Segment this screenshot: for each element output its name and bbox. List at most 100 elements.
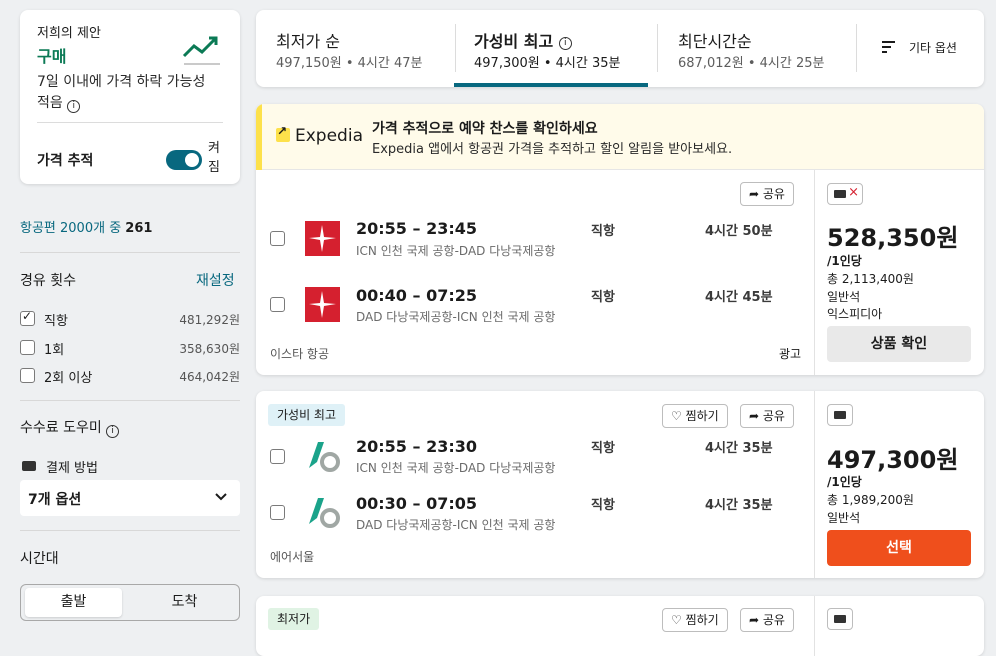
- stops-option-label: 직항: [44, 314, 68, 329]
- air-seoul-logo: [309, 442, 340, 472]
- leg-duration: 4시간 50분: [705, 224, 773, 239]
- select-button[interactable]: 선택: [827, 530, 971, 566]
- leg-stops: 직항: [591, 290, 615, 305]
- price-panel: [814, 596, 984, 656]
- flight-compare-checkbox[interactable]: [270, 449, 285, 464]
- time-band-segmented-control: 출발 도착: [20, 584, 240, 621]
- leg-route: ICN 인천 국제 공항-DAD 다낭국제공항: [356, 244, 556, 258]
- carrier-name: 이스타 항공: [270, 347, 330, 361]
- ad-label: 광고: [779, 347, 802, 361]
- sort-lines-icon: [882, 41, 895, 53]
- payment-fee-icon[interactable]: ×: [827, 183, 863, 205]
- leg-route: ICN 인천 국제 공항-DAD 다낭국제공항: [356, 461, 556, 475]
- stops-checkbox-two-plus[interactable]: [20, 368, 35, 383]
- price-panel: 497,300원 /1인당 총 1,989,200원 일반석 선택: [814, 391, 984, 578]
- sort-tab-cheapest[interactable]: 최저가 순 497,150원 • 4시간 47분: [256, 10, 454, 87]
- provider-name: 익스피디아: [827, 307, 883, 321]
- leg-stops: 직항: [591, 224, 615, 239]
- cabin-class: 일반석: [827, 290, 861, 304]
- leg-duration: 4시간 35분: [705, 498, 773, 513]
- payment-fee-icon[interactable]: [827, 404, 853, 426]
- eastar-jet-logo: [305, 221, 340, 256]
- time-band-depart-tab[interactable]: 출발: [25, 588, 122, 617]
- save-button[interactable]: ♡ 찜하기: [662, 608, 728, 632]
- leg-duration: 4시간 45분: [705, 290, 773, 305]
- air-seoul-logo: [309, 498, 340, 528]
- heart-icon: ♡: [671, 409, 682, 423]
- flight-compare-checkbox[interactable]: [270, 505, 285, 520]
- stops-checkbox-one[interactable]: [20, 340, 35, 355]
- info-icon[interactable]: i: [106, 425, 120, 438]
- advice-description: 7일 이내에 가격 하락 가능성 적음 i: [37, 74, 206, 113]
- more-options-label: 기타 옵션: [909, 41, 957, 55]
- flight-compare-checkbox[interactable]: [270, 231, 285, 246]
- stops-option-label: 1회: [44, 343, 65, 358]
- sort-tab-summary: 497,150원 • 4시간 47분: [276, 56, 423, 71]
- no-fee-x-icon: ×: [848, 185, 859, 200]
- banner-accent: [256, 104, 262, 170]
- leg-times: 00:30 – 07:05: [356, 494, 477, 513]
- info-icon[interactable]: i: [67, 100, 81, 113]
- save-button[interactable]: ♡ 찜하기: [662, 404, 728, 428]
- price-track-toggle[interactable]: [166, 150, 202, 170]
- view-deal-button[interactable]: 상품 확인: [827, 326, 971, 362]
- total-price: 총 2,113,400원: [827, 272, 914, 286]
- leg-times: 00:40 – 07:25: [356, 286, 477, 305]
- flight-compare-checkbox[interactable]: [270, 297, 285, 312]
- fee-assistant-title: 수수료 도우미 i: [20, 417, 120, 438]
- sort-tab-summary: 497,300원 • 4시간 35분: [474, 56, 621, 71]
- sort-tabs: 최저가 순 497,150원 • 4시간 47분 가성비 최고 i 497,30…: [256, 10, 984, 87]
- leg-times: 20:55 – 23:30: [356, 437, 477, 456]
- advice-title: 저희의 제안: [37, 26, 101, 41]
- sponsored-flight-card: Expedia 가격 추적으로 예약 찬스를 확인하세요 Expedia 앱에서…: [256, 104, 984, 375]
- stops-option-price: 358,630원: [179, 342, 240, 356]
- divider: [20, 400, 240, 401]
- expedia-ad-banner[interactable]: Expedia 가격 추적으로 예약 찬스를 확인하세요 Expedia 앱에서…: [256, 104, 984, 170]
- results-count: 항공편 2000개 중 261: [20, 221, 153, 236]
- flight-result-card[interactable]: 최저가 ♡ 찜하기 ➦ 공유: [256, 596, 984, 656]
- price: 497,300원: [827, 446, 959, 474]
- sort-tab-summary: 687,012원 • 4시간 25분: [678, 56, 825, 71]
- sort-tab-name: 최저가 순: [276, 32, 340, 51]
- toggle-state-label: 켜짐: [208, 141, 220, 175]
- price-advice-card: 저희의 제안 구매 7일 이내에 가격 하락 가능성 적음 i 가격 추적 켜짐: [20, 10, 240, 184]
- chevron-down-icon: [215, 493, 227, 501]
- leg-stops: 직항: [591, 498, 615, 513]
- leg-duration: 4시간 35분: [705, 441, 773, 456]
- time-band-title: 시간대: [20, 551, 59, 567]
- expedia-logo: Expedia: [276, 124, 363, 146]
- credit-card-icon: [22, 461, 36, 471]
- carrier-name: 에어서울: [270, 550, 315, 564]
- divider: [20, 252, 240, 253]
- per-person-label: /1인당: [827, 475, 862, 489]
- leg-stops: 직항: [591, 441, 615, 456]
- price: 528,350원: [827, 224, 959, 252]
- price-panel: × 528,350원 /1인당 총 2,113,400원 일반석 익스피디아 상…: [814, 170, 984, 375]
- flight-result-card[interactable]: 가성비 최고 ♡ 찜하기 ➦ 공유 20:55 – 23:30 ICN 인천 국…: [256, 391, 984, 578]
- info-icon[interactable]: i: [558, 37, 572, 50]
- stops-option-price: 464,042원: [179, 370, 240, 384]
- banner-headline: 가격 추적으로 예약 찬스를 확인하세요: [372, 121, 598, 137]
- stops-reset-link[interactable]: 재설정: [196, 270, 235, 290]
- eastar-jet-logo: [305, 287, 340, 322]
- share-button[interactable]: ➦ 공유: [740, 182, 794, 206]
- payment-method-dropdown[interactable]: 7개 옵션: [20, 480, 240, 516]
- stops-checkbox-nonstop[interactable]: [20, 309, 35, 326]
- share-button[interactable]: ➦ 공유: [740, 404, 794, 428]
- sort-tab-best[interactable]: 가성비 최고 i 497,300원 • 4시간 35분: [454, 10, 648, 87]
- sort-tab-name: 가성비 최고 i: [474, 28, 572, 52]
- leg-times: 20:55 – 23:45: [356, 219, 477, 238]
- share-button[interactable]: ➦ 공유: [740, 608, 794, 632]
- divider: [37, 122, 223, 123]
- heart-icon: ♡: [671, 613, 682, 627]
- stops-option-label: 2회 이상: [44, 371, 93, 386]
- more-options-button[interactable]: 기타 옵션: [882, 36, 982, 60]
- sort-tab-fastest[interactable]: 최단시간순 687,012원 • 4시간 25분: [658, 10, 856, 87]
- leg-route: DAD 다낭국제공항-ICN 인천 국제 공항: [356, 518, 556, 532]
- cabin-class: 일반석: [827, 511, 861, 525]
- sort-tab-name: 최단시간순: [678, 32, 752, 51]
- divider: [856, 24, 857, 72]
- stops-title: 경유 횟수: [20, 273, 76, 289]
- total-price: 총 1,989,200원: [827, 493, 914, 507]
- time-band-arrive-tab[interactable]: 도착: [136, 588, 233, 617]
